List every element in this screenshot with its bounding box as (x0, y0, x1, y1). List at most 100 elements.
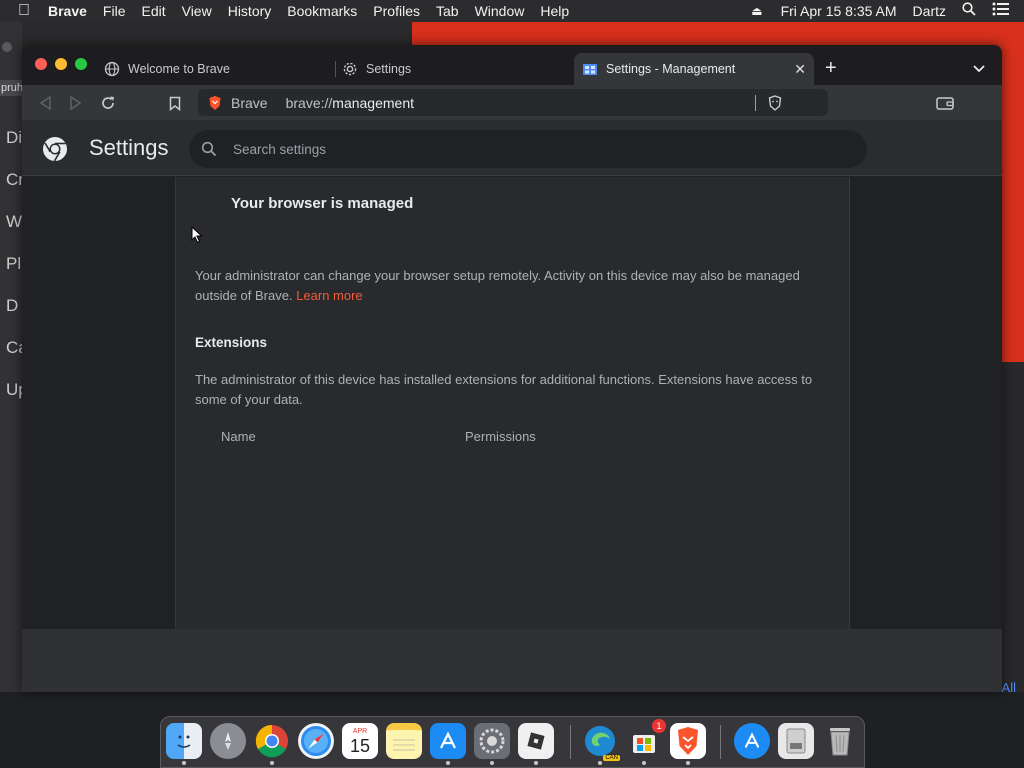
macos-dock: APR 15 CAN 1 (160, 716, 865, 768)
edge-canary-badge: CAN (603, 755, 620, 761)
disk-utility-icon[interactable] (778, 723, 814, 759)
calendar-icon[interactable]: APR 15 (342, 723, 378, 759)
microsoft-store-icon[interactable]: 1 (626, 719, 666, 759)
menu-history[interactable]: History (220, 0, 280, 22)
globe-icon (104, 61, 120, 77)
menu-tab[interactable]: Tab (428, 0, 467, 22)
managed-description: Your administrator can change your brows… (195, 266, 835, 306)
menu-user[interactable]: Dartz (905, 0, 954, 22)
background-text-fragment: Pl (6, 254, 22, 273)
chromium-logo-icon (42, 136, 68, 162)
url-text[interactable]: brave://management (286, 95, 414, 111)
site-chip-label: Brave (231, 94, 268, 111)
notification-badge: 1 (652, 719, 666, 733)
settings-search[interactable] (189, 130, 867, 168)
back-button[interactable] (35, 93, 55, 113)
tab-separator (335, 61, 336, 77)
menu-view[interactable]: View (174, 0, 220, 22)
brave-shield-icon (208, 95, 222, 111)
roblox-icon[interactable] (518, 723, 554, 759)
bookmark-icon[interactable] (165, 93, 185, 113)
browser-toolbar: Brave brave://management (22, 85, 1002, 120)
tab-welcome-to-brave[interactable]: Welcome to Brave (104, 53, 334, 85)
running-indicator (642, 761, 646, 765)
apple-menu-icon[interactable]:  (0, 0, 40, 22)
menu-profiles[interactable]: Profiles (365, 0, 428, 22)
menu-help[interactable]: Help (532, 0, 577, 22)
omnibox-divider (755, 95, 756, 111)
app-store-downloads-icon[interactable] (734, 723, 770, 759)
running-indicator (182, 761, 186, 765)
edge-canary-icon[interactable]: CAN (582, 723, 620, 761)
menu-edit[interactable]: Edit (133, 0, 173, 22)
calendar-day: 15 (349, 735, 371, 756)
extensions-heading: Extensions (195, 335, 268, 350)
background-window-edge: Di Cr W Pl D Ca Up pruh (0, 22, 28, 712)
forward-button[interactable] (66, 93, 86, 113)
tab-label: Settings (366, 62, 412, 76)
close-window-button[interactable] (35, 58, 47, 70)
macos-menu-bar:  Brave File Edit View History Bookmarks… (0, 0, 1024, 22)
spotlight-search-icon[interactable] (954, 0, 984, 22)
learn-more-link[interactable]: Learn more (296, 288, 362, 303)
window-bottom-area (22, 629, 1002, 692)
background-window-button (2, 42, 12, 52)
background-text-fragment: pruh (0, 80, 25, 96)
chrome-icon[interactable] (254, 723, 290, 759)
url-scheme: brave:// (285, 94, 333, 111)
running-indicator (598, 761, 602, 765)
running-indicator (686, 761, 690, 765)
background-text-fragment: Di (6, 128, 23, 147)
menu-datetime[interactable]: Fri Apr 15 8:35 AM (771, 0, 905, 22)
managed-title: Your browser is managed (231, 195, 414, 212)
new-tab-button[interactable]: + (825, 57, 837, 80)
reload-button[interactable] (98, 93, 118, 113)
management-card: Your browser is managed Your administrat… (175, 177, 850, 629)
close-tab-icon[interactable]: ✕ (794, 61, 806, 78)
trash-icon[interactable] (822, 723, 858, 759)
launchpad-icon[interactable] (210, 723, 246, 759)
management-icon (582, 61, 598, 77)
column-header-name: Name (221, 429, 256, 444)
page-title: Settings (89, 135, 169, 160)
finder-icon[interactable] (166, 723, 202, 759)
app-store-icon[interactable] (430, 723, 466, 759)
brave-icon[interactable] (670, 723, 706, 759)
dock-separator (570, 725, 571, 759)
background-text-fragment: W (6, 212, 23, 231)
search-input[interactable] (233, 141, 833, 157)
gear-icon (342, 61, 358, 77)
extensions-description: The administrator of this device has ins… (195, 372, 813, 407)
menu-file[interactable]: File (95, 0, 134, 22)
running-indicator (270, 761, 274, 765)
safari-icon[interactable] (298, 723, 334, 759)
address-bar[interactable]: Brave brave://management (198, 89, 828, 116)
tab-settings-management[interactable]: Settings - Management ✕ (574, 53, 814, 85)
system-preferences-icon[interactable] (474, 723, 510, 759)
wallet-icon[interactable] (935, 93, 955, 113)
url-host: management (332, 94, 414, 111)
tab-strip: Welcome to Brave Settings Settings - Man… (22, 45, 1002, 85)
tab-label: Settings - Management (606, 62, 736, 76)
menu-bookmarks[interactable]: Bookmarks (279, 0, 365, 22)
running-indicator (534, 761, 538, 765)
settings-header: Settings (22, 120, 1002, 176)
notes-icon[interactable] (386, 723, 422, 759)
menu-app-name[interactable]: Brave (40, 0, 95, 22)
column-header-permissions: Permissions (465, 429, 536, 444)
minimize-window-button[interactable] (55, 58, 67, 70)
search-icon (201, 141, 217, 157)
tab-settings[interactable]: Settings (342, 53, 572, 85)
brave-shields-button-icon[interactable] (768, 95, 782, 114)
zoom-window-button[interactable] (75, 58, 87, 70)
control-center-icon[interactable] (984, 0, 1024, 22)
running-indicator (490, 761, 494, 765)
background-text-fragment: All (1001, 680, 1016, 695)
mouse-cursor-icon (191, 225, 203, 249)
menu-window[interactable]: Window (467, 0, 533, 22)
running-indicator (446, 761, 450, 765)
tab-search-chevron-icon[interactable] (973, 60, 985, 78)
dock-separator (720, 725, 721, 759)
eject-icon[interactable]: ⏏ (743, 0, 770, 22)
settings-content: Your browser is managed Your administrat… (22, 177, 1002, 629)
